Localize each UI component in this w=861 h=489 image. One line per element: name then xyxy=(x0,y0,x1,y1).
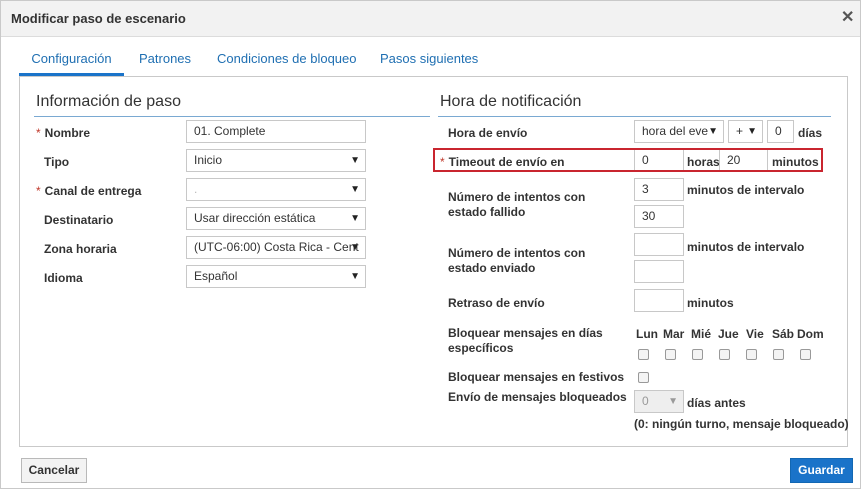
failed-attempts-label: Número de intentos con estado fallido xyxy=(448,190,586,219)
type-select[interactable]: Inicio ▼ xyxy=(186,149,366,172)
timezone-select[interactable]: (UTC-06:00) Costa Rica - Cent ▼ xyxy=(186,236,366,259)
timezone-label: Zona horaria xyxy=(44,242,117,256)
step-info-title: Información de paso xyxy=(36,93,181,110)
chevron-down-icon: ▼ xyxy=(350,271,360,282)
day-thu-checkbox[interactable] xyxy=(719,349,730,360)
step-info-divider xyxy=(34,116,430,117)
block-days-label: Bloquear mensajes en días específicos xyxy=(448,326,603,355)
chevron-down-icon: ▼ xyxy=(350,155,360,166)
channel-label: * Canal de entrega xyxy=(36,184,142,198)
send-blocked-unit: días antes xyxy=(687,396,746,410)
language-select[interactable]: Español ▼ xyxy=(186,265,366,288)
sent-interval-label: minutos de intervalo xyxy=(687,240,805,254)
dialog-title: Modificar paso de escenario xyxy=(11,11,186,26)
send-time-label: Hora de envío xyxy=(448,126,528,140)
name-label: * Nombre xyxy=(36,126,91,140)
chevron-down-icon: ▼ xyxy=(708,126,718,137)
channel-value: . xyxy=(194,182,198,196)
failed-interval-label: minutos de intervalo xyxy=(687,183,805,197)
day-fri-label: Vie xyxy=(746,327,764,341)
sent-attempts-label: Número de intentos con estado enviado xyxy=(448,246,586,275)
send-time-event-select[interactable]: hora del eve ▼ xyxy=(634,120,724,143)
send-time-days-input[interactable]: 0 xyxy=(767,120,794,143)
recipient-value: Usar dirección estática xyxy=(194,211,316,225)
send-time-sign-value: + xyxy=(736,124,744,138)
send-time-event-value: hora del eve xyxy=(642,124,709,138)
chevron-down-icon: ▼ xyxy=(668,396,678,407)
tab-block-conditions[interactable]: Condiciones de bloqueo xyxy=(217,45,357,76)
send-blocked-label: Envío de mensajes bloqueados xyxy=(448,390,627,404)
block-holidays-label: Bloquear mensajes en festivos xyxy=(448,370,625,384)
dialog-titlebar: Modificar paso de escenario ✕ xyxy=(1,1,860,37)
tab-configuration[interactable]: Configuración xyxy=(19,45,124,76)
chevron-down-icon: ▼ xyxy=(350,184,360,195)
day-wed-label: Mié xyxy=(691,327,712,341)
day-mon-label: Lun xyxy=(636,327,658,341)
day-wed-checkbox[interactable] xyxy=(692,349,703,360)
chevron-down-icon: ▼ xyxy=(350,213,360,224)
chevron-down-icon: ▼ xyxy=(747,126,757,137)
day-tue-checkbox[interactable] xyxy=(665,349,676,360)
send-delay-unit: minutos xyxy=(687,296,734,310)
send-time-days-label: días xyxy=(798,126,823,140)
day-sat-label: Sáb xyxy=(772,327,795,341)
send-delay-label: Retraso de envío xyxy=(448,296,545,310)
failed-attempts-input[interactable]: 3 xyxy=(634,178,684,201)
tab-next-steps[interactable]: Pasos siguientes xyxy=(380,45,478,76)
channel-select[interactable]: . ▼ xyxy=(186,178,366,201)
language-value: Español xyxy=(194,269,238,283)
day-mon-checkbox[interactable] xyxy=(638,349,649,360)
close-icon[interactable]: ✕ xyxy=(841,9,854,27)
timezone-value: (UTC-06:00) Costa Rica - Cent xyxy=(194,240,359,254)
day-sat-checkbox[interactable] xyxy=(773,349,784,360)
type-value: Inicio xyxy=(194,153,223,167)
day-tue-label: Mar xyxy=(663,327,685,341)
timeout-highlight xyxy=(433,148,823,172)
sent-interval-input[interactable] xyxy=(634,260,684,283)
send-blocked-value: 0 xyxy=(642,394,649,408)
required-marker: * xyxy=(36,126,41,140)
failed-interval-input[interactable]: 30 xyxy=(634,205,684,228)
day-sun-checkbox[interactable] xyxy=(800,349,811,360)
recipient-select[interactable]: Usar dirección estática ▼ xyxy=(186,207,366,230)
day-sun-label: Dom xyxy=(797,327,824,341)
notify-divider xyxy=(438,116,831,117)
send-blocked-note: (0: ningún turno, mensaje bloqueado) xyxy=(634,417,849,431)
modify-step-dialog: Modificar paso de escenario ✕ Configurac… xyxy=(0,0,861,489)
type-label: Tipo xyxy=(44,155,70,169)
chevron-down-icon: ▼ xyxy=(350,242,360,253)
required-marker: * xyxy=(36,184,41,198)
cancel-button[interactable]: Cancelar xyxy=(21,458,87,483)
day-fri-checkbox[interactable] xyxy=(746,349,757,360)
tab-patterns[interactable]: Patrones xyxy=(139,45,191,76)
recipient-label: Destinatario xyxy=(44,213,114,227)
sent-attempts-input[interactable] xyxy=(634,233,684,256)
send-blocked-select[interactable]: 0 ▼ xyxy=(634,390,684,413)
language-label: Idioma xyxy=(44,271,83,285)
send-delay-input[interactable] xyxy=(634,289,684,312)
send-time-sign-select[interactable]: + ▼ xyxy=(728,120,763,143)
block-holidays-checkbox[interactable] xyxy=(638,372,649,383)
notify-title: Hora de notificación xyxy=(440,93,582,110)
save-button[interactable]: Guardar xyxy=(790,458,853,483)
day-thu-label: Jue xyxy=(718,327,739,341)
name-input[interactable]: 01. Complete xyxy=(186,120,366,143)
